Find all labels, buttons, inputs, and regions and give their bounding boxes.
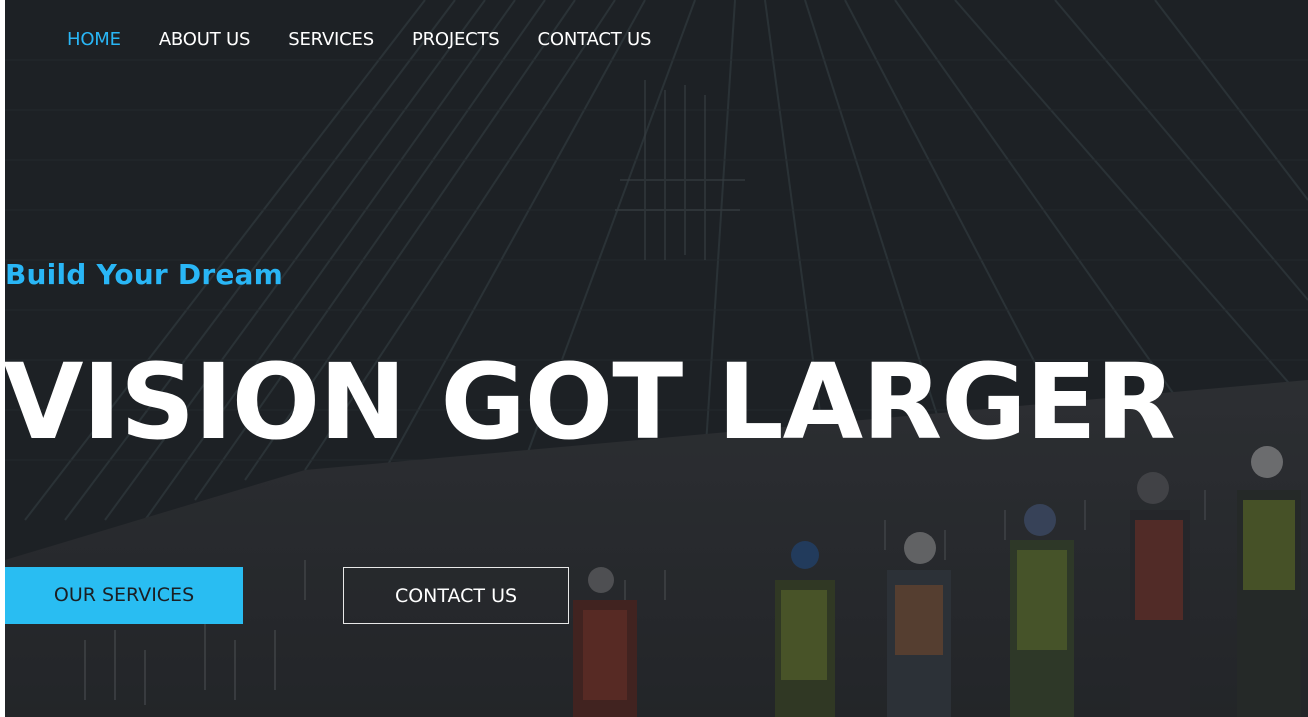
nav-item-about-us[interactable]: ABOUT US <box>159 26 251 54</box>
nav-item-projects[interactable]: PROJECTS <box>412 26 500 54</box>
hero-section: HOME ABOUT US SERVICES PROJECTS CONTACT … <box>5 0 1308 717</box>
nav-item-services[interactable]: SERVICES <box>288 26 374 54</box>
hero-kicker: Build Your Dream <box>5 258 284 291</box>
main-navigation: HOME ABOUT US SERVICES PROJECTS CONTACT … <box>67 26 689 54</box>
contact-us-button[interactable]: CONTACT US <box>343 567 569 624</box>
nav-item-contact-us[interactable]: CONTACT US <box>538 26 652 54</box>
nav-item-home[interactable]: HOME <box>67 26 121 54</box>
our-services-button[interactable]: OUR SERVICES <box>5 567 243 624</box>
hero-headline: VISION GOT LARGER <box>5 341 1176 463</box>
